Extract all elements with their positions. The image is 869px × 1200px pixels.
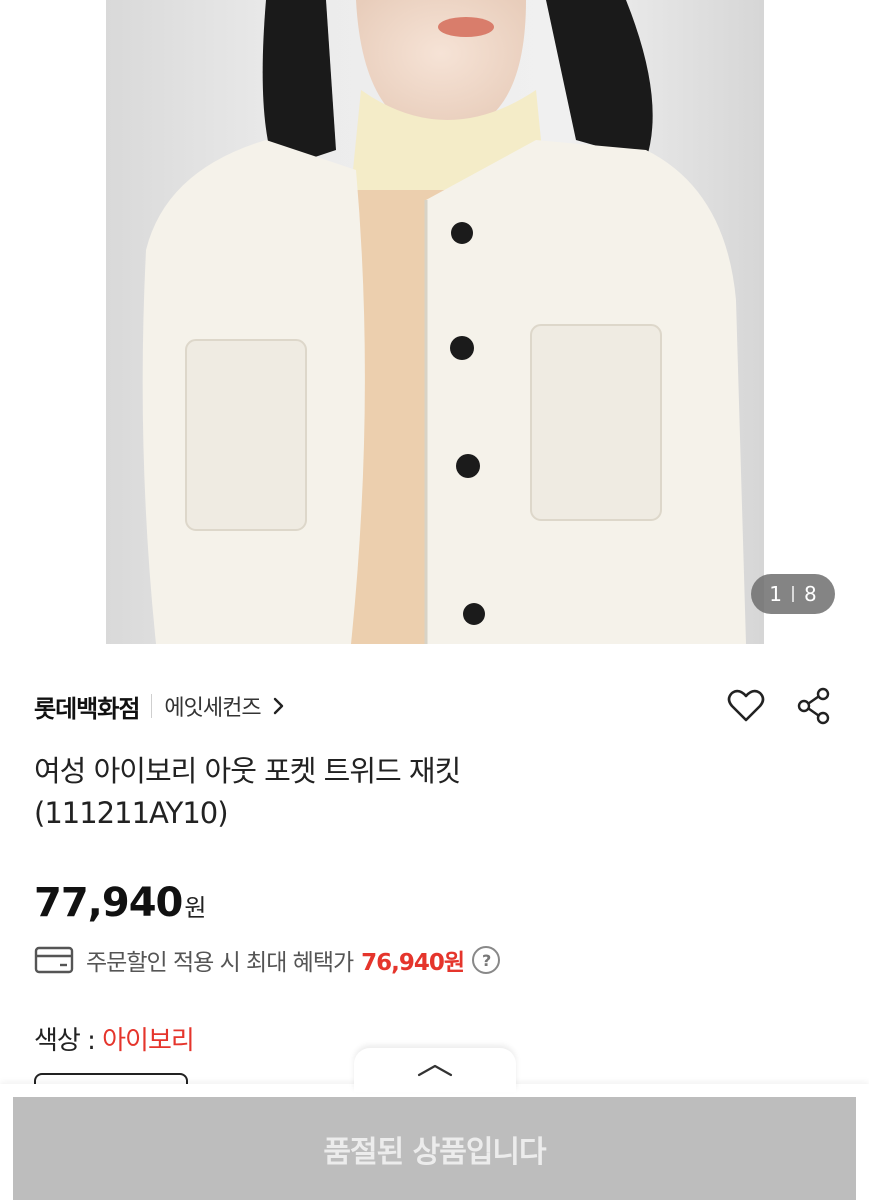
share-icon <box>797 687 830 725</box>
color-option: 색상 : 아이보리 <box>34 1020 195 1057</box>
help-icon[interactable]: ? <box>472 946 501 974</box>
share-button[interactable] <box>794 686 834 726</box>
expand-options-tab[interactable] <box>354 1048 516 1092</box>
store-name: 에잇세컨즈 <box>164 696 261 721</box>
image-counter-total: 8 <box>804 582 817 606</box>
price-value: 77,940 <box>34 880 183 926</box>
product-title: 여성 아이보리 아웃 포켓 트위드 재킷 (111211AY10) <box>34 750 834 834</box>
heart-icon <box>727 689 765 722</box>
wishlist-button[interactable] <box>726 686 766 726</box>
brand-name[interactable]: 롯데백화점 <box>34 689 140 724</box>
image-counter: 1 8 <box>751 574 835 614</box>
product-image-gallery[interactable]: 1 8 <box>0 0 869 644</box>
chevron-up-icon <box>417 1064 453 1077</box>
product-title-line1: 여성 아이보리 아웃 포켓 트위드 재킷 <box>34 754 461 788</box>
product-title-line2: (111211AY10) <box>34 796 229 830</box>
brand-divider <box>151 694 153 718</box>
image-counter-current: 1 <box>769 582 782 606</box>
color-value: 아이보리 <box>102 1026 195 1056</box>
benefit-price: 76,940원 <box>361 950 465 976</box>
product-price: 77,940 원 <box>34 880 206 926</box>
max-benefit-row: 주문할인 적용 시 최대 혜택가 76,940원 ? <box>34 940 501 980</box>
brand-row: 롯데백화점 에잇세컨즈 <box>34 684 285 728</box>
benefit-text: 주문할인 적용 시 최대 혜택가 <box>86 950 354 976</box>
sold-out-button[interactable]: 품절된 상품입니다 <box>13 1097 856 1200</box>
product-photo[interactable] <box>106 0 764 644</box>
color-label: 색상 : <box>34 1026 103 1056</box>
price-unit: 원 <box>184 894 207 922</box>
image-counter-divider <box>792 586 794 602</box>
store-link[interactable]: 에잇세컨즈 <box>164 690 284 722</box>
credit-card-icon <box>34 946 74 974</box>
chevron-right-icon <box>273 697 283 715</box>
